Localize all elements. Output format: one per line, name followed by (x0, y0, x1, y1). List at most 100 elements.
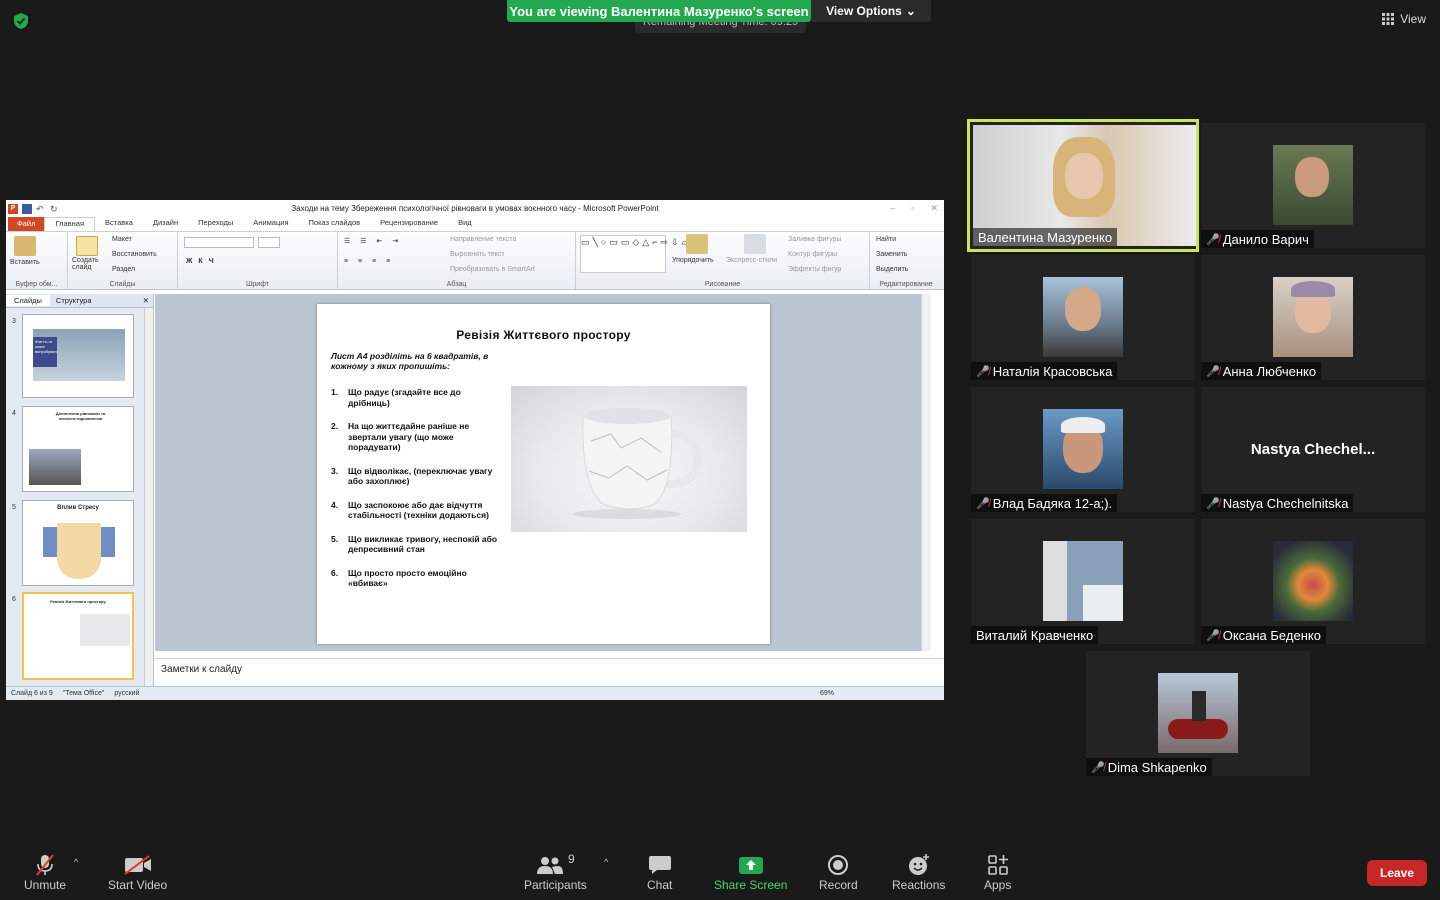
participant-name: Виталий Кравченко (976, 627, 1094, 643)
chevron-down-icon: ⌄ (905, 4, 916, 18)
participant-name: Dima Shkapenko (1107, 759, 1207, 775)
close-pane-icon[interactable]: ✕ (137, 296, 153, 305)
thumb-number: 5 (12, 504, 16, 511)
list-buttons[interactable]: ☰ ☰ ⇤ ⇥ (344, 237, 402, 245)
font-size-input[interactable] (258, 237, 280, 248)
share-screen-button[interactable]: Share Screen (714, 852, 787, 892)
font-format-buttons[interactable]: ЖКЧ (186, 258, 220, 265)
maximize-icon[interactable]: ▫ (911, 203, 914, 214)
tab-design[interactable]: Дизайн (143, 217, 188, 231)
participant-name: Валентина Мазуренко (978, 229, 1113, 245)
participant-name: Данило Варич (1222, 231, 1309, 247)
smartart-button[interactable]: Преобразовать в SmartArt (450, 266, 535, 273)
shape-outline-button[interactable]: Контур фигуры (788, 251, 837, 258)
close-icon[interactable]: ✕ (930, 203, 938, 214)
slide-thumbnail-5[interactable]: Вплив Стресу (22, 500, 134, 586)
tab-slideshow[interactable]: Показ слайдов (299, 217, 371, 231)
font-name-input[interactable] (184, 237, 254, 248)
reactions-button[interactable]: Reactions (892, 852, 945, 892)
security-shield-icon[interactable] (12, 12, 30, 30)
tab-file[interactable]: Файл (8, 217, 45, 231)
section-button[interactable]: Раздел (112, 266, 135, 273)
video-tile[interactable]: 🎤̸ Наталія Красовська (971, 255, 1195, 380)
unmute-button[interactable]: Unmute (24, 852, 66, 892)
avatar (1043, 541, 1123, 621)
shape-effects-button[interactable]: Эффекты фигур (788, 266, 841, 273)
participant-name-label: 🎤̸ Dima Shkapenko (1086, 758, 1212, 776)
slides-pane-scrollbar[interactable] (144, 308, 153, 686)
select-button[interactable]: Выделить (876, 266, 908, 273)
font-group: ЖКЧ Шрифт (178, 232, 338, 289)
status-language[interactable]: русский (114, 690, 139, 697)
viewing-screen-banner: You are viewing Валентина Мазуренко's sc… (507, 0, 811, 22)
avatar (1273, 541, 1353, 621)
video-tile[interactable]: Виталий Кравченко (971, 519, 1195, 644)
leave-meeting-button[interactable]: Leave (1367, 860, 1427, 886)
find-button[interactable]: Найти (876, 236, 896, 243)
record-button[interactable]: Record (819, 852, 858, 892)
shape-fill-button[interactable]: Заливка фигуры (788, 236, 841, 243)
participant-name-label: Валентина Мазуренко (973, 228, 1118, 246)
quick-styles-icon[interactable] (744, 234, 766, 254)
tab-home[interactable]: Главная (44, 217, 95, 231)
slide-editor-canvas[interactable]: Ревізія Життєвого простору Лист А4 розді… (155, 294, 931, 651)
align-text-button[interactable]: Выровнять текст (450, 251, 505, 258)
tab-view[interactable]: Вид (448, 217, 482, 231)
arrange-icon[interactable] (686, 234, 708, 254)
editor-scrollbar[interactable] (921, 294, 931, 651)
new-slide-button[interactable]: Создать слайд (72, 257, 108, 271)
text-direction-button[interactable]: Направление текста (450, 236, 516, 243)
slide-bullet-list: 1. Що радує (згадайте все до дрібниць) 2.… (331, 387, 503, 602)
participants-caret-icon[interactable]: ^ (604, 857, 608, 867)
video-tile-no-video[interactable]: Nastya Chechel... 🎤̸ Nastya Chechelnitska (1201, 387, 1425, 512)
new-slide-icon[interactable] (76, 236, 98, 256)
participant-name: Nastya Chechelnitska (1222, 495, 1349, 511)
replace-button[interactable]: Заменить (876, 251, 907, 258)
minimize-icon[interactable]: – (890, 203, 895, 214)
participant-name: Влад Бадяка 12-а;). (992, 495, 1113, 511)
start-video-button[interactable]: Start Video (108, 852, 167, 892)
video-tile-active-speaker[interactable]: Валентина Мазуренко (967, 119, 1199, 252)
slide-thumbnail-3[interactable]: Життя-та кожні випробування (22, 314, 134, 398)
shapes-gallery[interactable]: ▭╲○▭▭◇△⌐⇨⇩▱☆ (580, 235, 700, 273)
tab-animations[interactable]: Анимация (243, 217, 298, 231)
zoom-level[interactable]: 69% (820, 690, 834, 697)
video-tile[interactable]: 🎤̸ Анна Любченко (1201, 255, 1425, 380)
tab-outline[interactable]: Структура (50, 296, 98, 305)
audio-options-caret-icon[interactable]: ^ (74, 857, 78, 867)
participants-button[interactable]: 9 Participants (524, 852, 587, 892)
layout-button[interactable]: Макет (112, 236, 132, 243)
paragraph-group-label: Абзац (446, 281, 467, 288)
font-group-label: Шрифт (245, 281, 270, 288)
view-options-button[interactable]: View Options ⌄ (811, 0, 931, 22)
mic-muted-icon: 🎤̸ (1206, 233, 1220, 246)
reset-button[interactable]: Восстановить (112, 251, 157, 258)
chat-button[interactable]: Chat (647, 852, 672, 892)
current-slide[interactable]: Ревізія Життєвого простору Лист А4 розді… (317, 304, 770, 644)
tab-transitions[interactable]: Переходы (188, 217, 243, 231)
video-tile[interactable]: 🎤̸ Оксана Беденко (1201, 519, 1425, 644)
slide-thumbnail-4[interactable]: Досягнення рівноваги та психічне відновл… (22, 406, 134, 492)
tab-slides[interactable]: Слайды (6, 295, 50, 306)
video-tile[interactable]: 🎤̸ Dima Shkapenko (1086, 651, 1310, 776)
broken-cup-image (511, 386, 747, 532)
slide-thumbnail-6-selected[interactable]: Ревізія Життєвого простору (22, 592, 134, 680)
ppt-window-title: Заходи на тему Збереження психологічної … (291, 204, 659, 213)
tab-insert[interactable]: Вставка (95, 217, 143, 231)
shared-screen-powerpoint[interactable]: P ↶ ↻ Заходи на тему Збереження психолог… (6, 200, 944, 700)
reactions-label: Reactions (892, 878, 946, 892)
paste-icon[interactable] (14, 236, 36, 256)
align-buttons[interactable]: ≡ ≡ ≡ ≡ (344, 258, 394, 265)
quick-styles-button[interactable]: Экспресс-стили (726, 257, 777, 264)
slide-notes-field[interactable]: Заметки к слайду (155, 658, 944, 684)
arrange-button[interactable]: Упорядочить (672, 257, 714, 264)
chat-label: Chat (647, 878, 673, 892)
video-tile[interactable]: 🎤̸ Данило Варич (1201, 123, 1425, 248)
slide-intro-text: Лист А4 розділіть на 6 квадратів, в кожн… (331, 351, 489, 371)
paste-button[interactable]: Вставить (10, 259, 40, 266)
apps-button[interactable]: Apps (984, 852, 1011, 892)
list-number: 3. (331, 465, 339, 476)
view-button[interactable]: View (1382, 12, 1426, 26)
tab-review[interactable]: Рецензирование (370, 217, 448, 231)
video-tile[interactable]: 🎤̸ Влад Бадяка 12-а;). (971, 387, 1195, 512)
